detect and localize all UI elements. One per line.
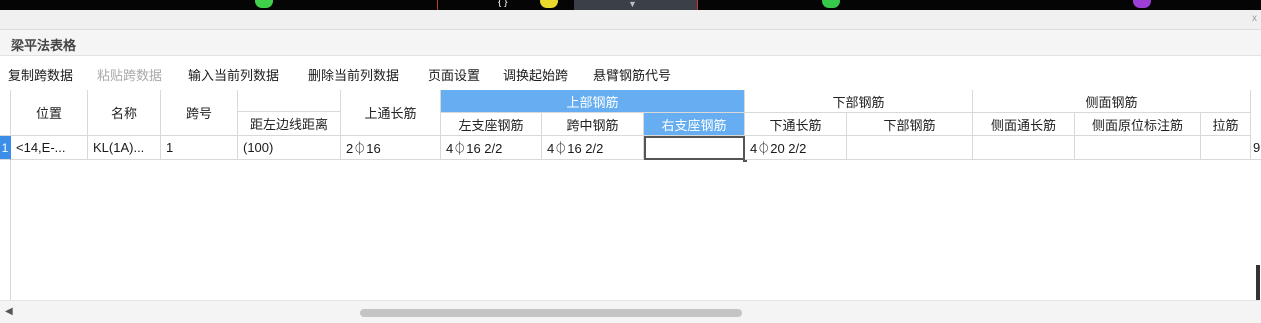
header-position[interactable]: 位置 — [11, 90, 88, 136]
cell-name[interactable]: KL(1A)... — [88, 136, 161, 160]
header-right-support-bar[interactable]: 右支座钢筋 — [644, 113, 745, 136]
header-spacer — [238, 90, 341, 112]
toolbar: 复制跨数据 粘贴跨数据 输入当前列数据 删除当前列数据 页面设置 调换起始跨 悬… — [0, 56, 1261, 90]
cell-left-edge-distance[interactable]: (100) — [238, 136, 341, 160]
cell-overflow[interactable]: 9 — [1251, 136, 1261, 160]
row-number[interactable]: 1 — [0, 136, 11, 160]
header-left-edge-distance[interactable]: 距左边线距离 — [238, 112, 341, 136]
canvas-red-axis-line — [437, 0, 438, 10]
chevron-down-icon[interactable]: ▼ — [628, 0, 637, 9]
scroll-left-arrow-icon[interactable]: ◀ — [5, 306, 13, 317]
header-side-original-annotation[interactable]: 侧面原位标注筋 — [1075, 113, 1201, 136]
drawing-canvas-strip[interactable]: { } ▼ — [0, 0, 1261, 10]
cell-side-original-annotation[interactable] — [1075, 136, 1201, 160]
cell-side-through-bar[interactable] — [973, 136, 1075, 160]
canvas-element-green — [822, 0, 840, 8]
cell-right-support-bar-active[interactable] — [644, 136, 745, 160]
header-group-top-reinforcement[interactable]: 上部钢筋 — [441, 90, 745, 113]
cell-top-through-bar[interactable]: 2⏀16 — [341, 136, 441, 160]
header-group-side-reinforcement[interactable]: 侧面钢筋 — [973, 90, 1251, 113]
header-name[interactable]: 名称 — [88, 90, 161, 136]
horizontal-scrollbar[interactable]: ◀ — [0, 300, 1261, 323]
cell-bottom-through-bar[interactable]: 4⏀20 2/2 — [745, 136, 847, 160]
panel-header-strip: x — [0, 10, 1261, 30]
delete-current-column-button[interactable]: 删除当前列数据 — [308, 65, 399, 84]
canvas-element-green — [255, 0, 273, 8]
canvas-element-yellow — [540, 0, 558, 8]
beam-table: 位置 名称 跨号 距左边线距离 上通长筋 上部钢筋 左支座钢筋 跨中钢筋 右支座… — [0, 90, 1261, 300]
cell-bottom-bar[interactable] — [847, 136, 973, 160]
header-tie-bar[interactable]: 拉筋 — [1201, 113, 1251, 136]
header-mid-span-bar[interactable]: 跨中钢筋 — [542, 113, 644, 136]
close-icon[interactable]: x — [1252, 14, 1257, 24]
cell-span-no[interactable]: 1 — [161, 136, 238, 160]
panel-title-bar: 梁平法表格 — [0, 30, 1261, 56]
paste-span-data-button[interactable]: 粘贴跨数据 — [97, 65, 162, 84]
panel-title: 梁平法表格 — [11, 38, 77, 53]
page-setup-button[interactable]: 页面设置 — [428, 65, 480, 84]
row-header-border — [10, 160, 11, 300]
input-current-column-button[interactable]: 输入当前列数据 — [188, 65, 279, 84]
header-group-bottom-reinforcement[interactable]: 下部钢筋 — [745, 90, 973, 113]
header-corner — [0, 90, 11, 136]
cantilever-bar-code-button[interactable]: 悬臂钢筋代号 — [593, 65, 671, 84]
header-top-through-bar[interactable]: 上通长筋 — [341, 90, 441, 136]
cell-left-support-bar[interactable]: 4⏀16 2/2 — [441, 136, 542, 160]
cell-position[interactable]: <14,E-... — [11, 136, 88, 160]
canvas-glyph: { } — [498, 0, 508, 8]
header-side-through-bar[interactable]: 侧面通长筋 — [973, 113, 1075, 136]
copy-span-data-button[interactable]: 复制跨数据 — [8, 65, 73, 84]
swap-start-span-button[interactable]: 调换起始跨 — [503, 65, 568, 84]
canvas-red-axis-line — [697, 0, 698, 10]
header-span-no[interactable]: 跨号 — [161, 90, 238, 136]
header-bottom-through-bar[interactable]: 下通长筋 — [745, 113, 847, 136]
cell-tie-bar[interactable] — [1201, 136, 1251, 160]
header-bottom-bar[interactable]: 下部钢筋 — [847, 113, 973, 136]
horizontal-scrollbar-thumb[interactable] — [360, 309, 742, 317]
header-left-support-bar[interactable]: 左支座钢筋 — [441, 113, 542, 136]
canvas-element-purple — [1133, 0, 1151, 8]
cell-mid-span-bar[interactable]: 4⏀16 2/2 — [542, 136, 644, 160]
